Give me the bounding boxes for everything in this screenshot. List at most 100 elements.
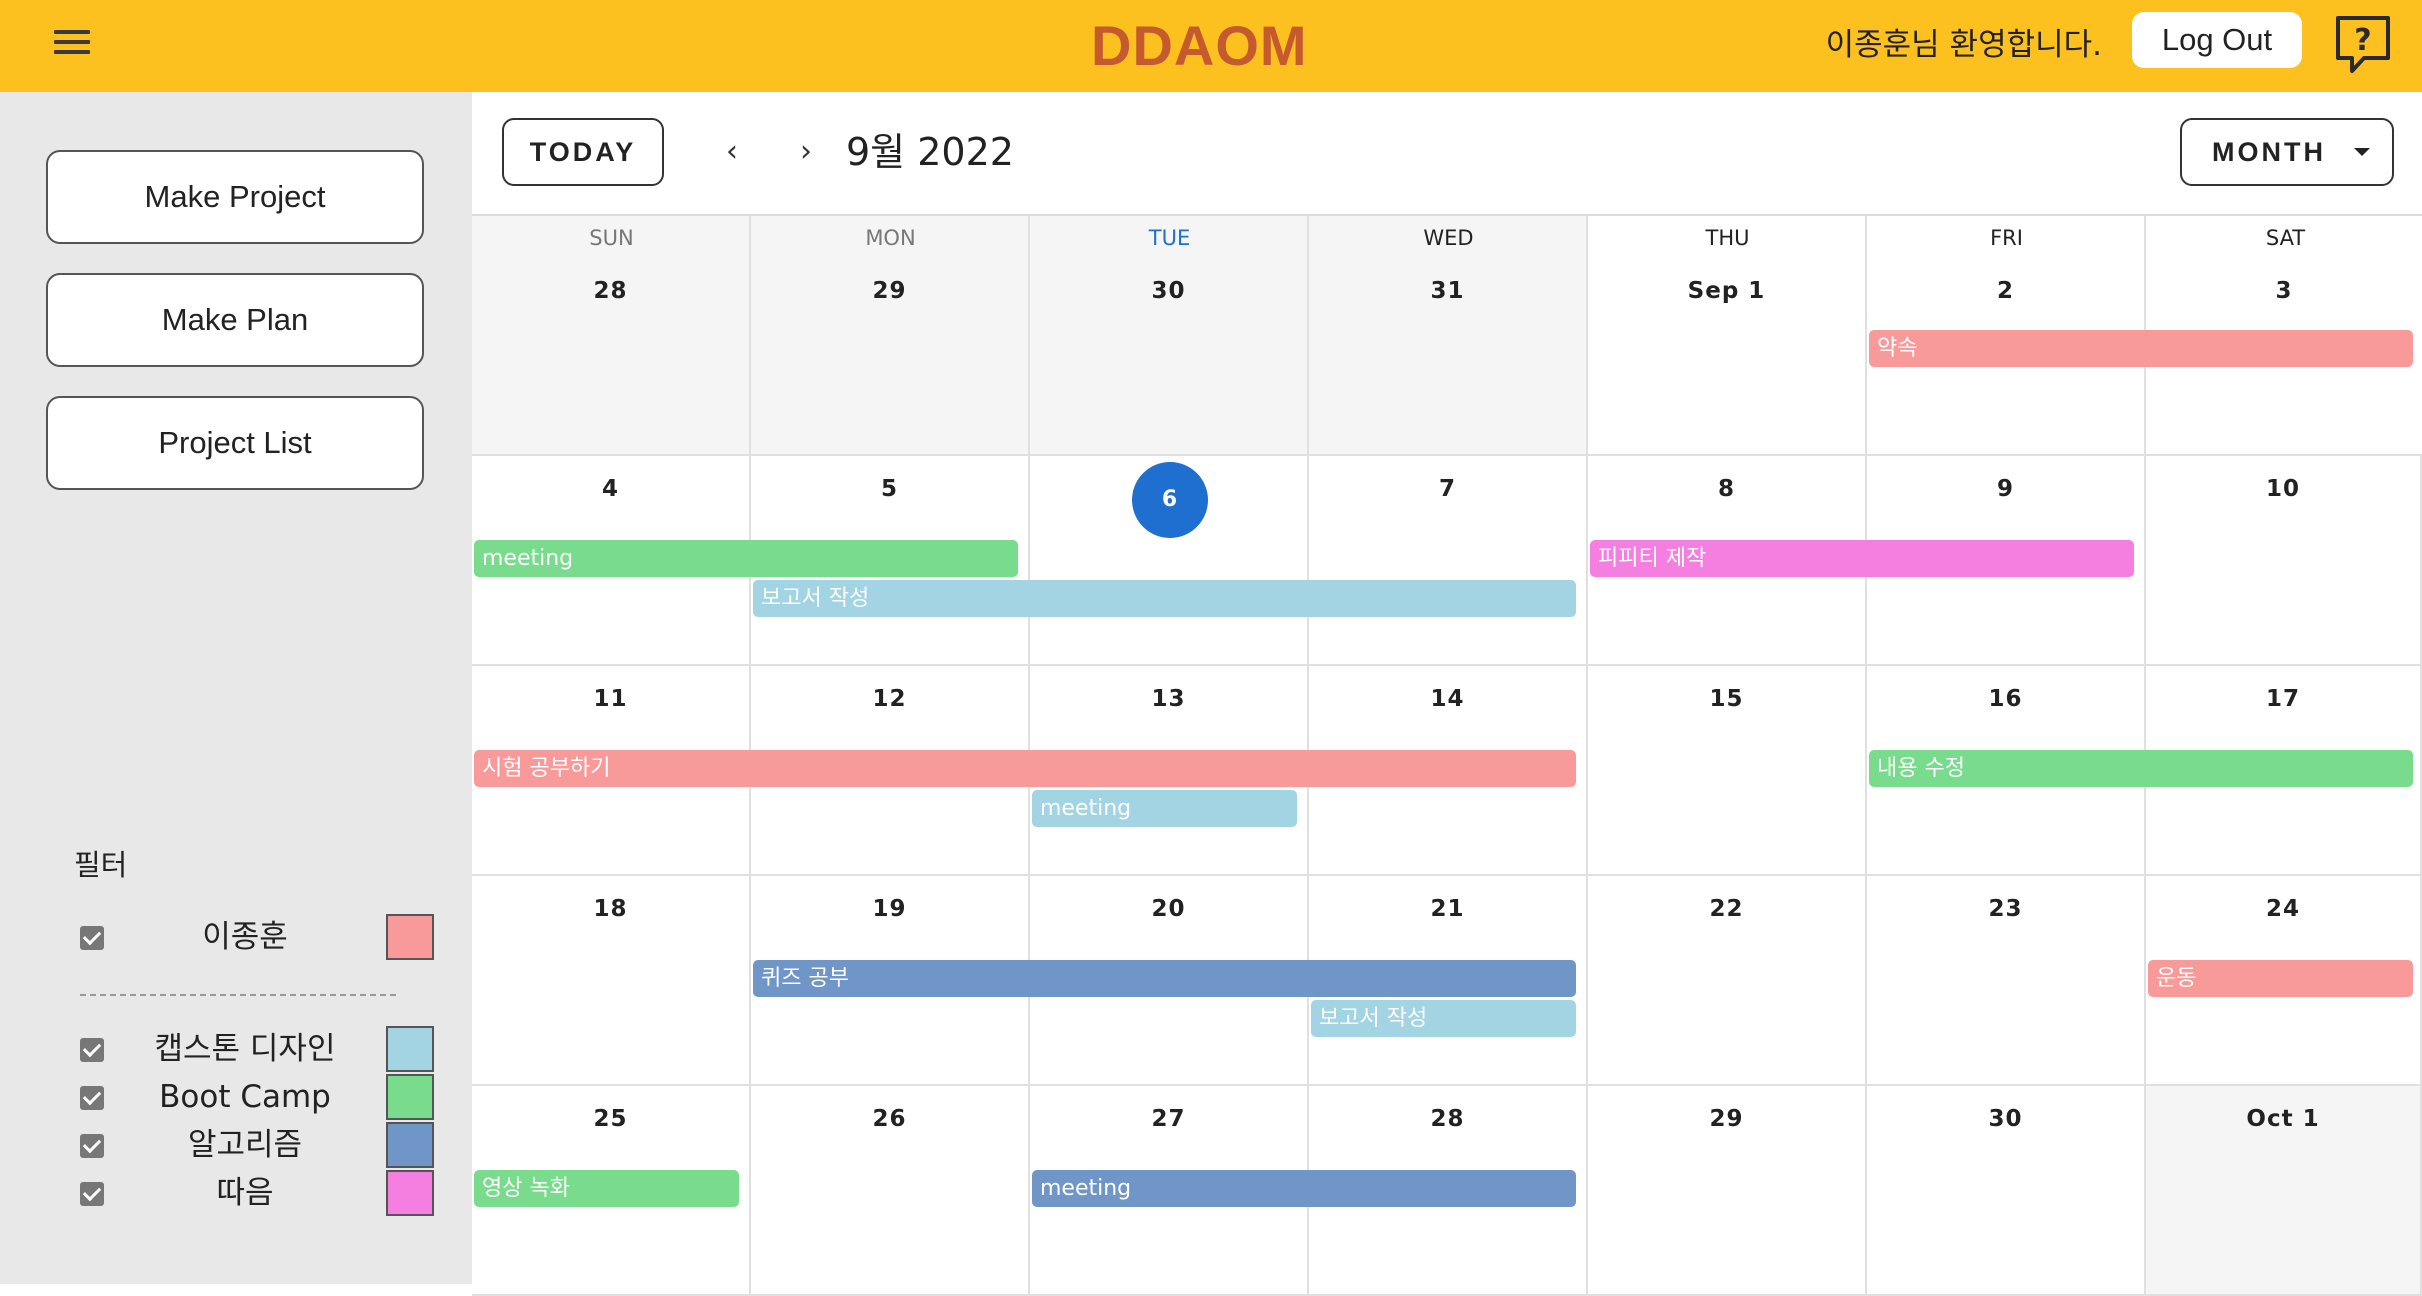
day-number[interactable]: 30 xyxy=(1030,278,1307,304)
calendar-event[interactable]: 내용 수정 xyxy=(1869,750,2413,787)
project-list-button[interactable]: Project List xyxy=(46,396,424,490)
calendar-day-cell[interactable]: 30 xyxy=(1867,1086,2146,1296)
calendar-day-cell[interactable]: 22 xyxy=(1588,876,1867,1086)
filter-label: 알고리즘 xyxy=(187,1127,303,1163)
filter-checkbox[interactable] xyxy=(80,1134,104,1158)
filter-divider xyxy=(80,994,396,996)
welcome-message: 이종훈님 환영합니다. xyxy=(1825,27,2102,63)
make-project-button[interactable]: Make Project xyxy=(46,150,424,244)
weekday-header: SAT xyxy=(2265,226,2306,250)
day-number[interactable]: 18 xyxy=(472,896,749,922)
day-number[interactable]: 16 xyxy=(1867,686,2144,712)
day-number[interactable]: 24 xyxy=(2146,896,2420,922)
calendar-event[interactable]: meeting xyxy=(1032,1170,1576,1207)
calendar-day-cell[interactable]: 29 xyxy=(1588,1086,1867,1296)
weekday-header: TUE xyxy=(1148,226,1191,250)
filter-checkbox[interactable] xyxy=(80,1182,104,1206)
day-number[interactable]: 8 xyxy=(1588,476,1865,502)
day-number[interactable]: 27 xyxy=(1030,1106,1307,1132)
day-number[interactable]: 22 xyxy=(1588,896,1865,922)
today-button[interactable]: TODAY xyxy=(502,118,664,186)
calendar-day-cell[interactable]: 7 xyxy=(1309,456,1588,666)
calendar-event[interactable]: 피피티 제작 xyxy=(1590,540,2134,577)
calendar-event[interactable]: 약속 xyxy=(1869,330,2413,367)
sidebar: Make Project Make Plan Project List 필터 이… xyxy=(0,92,472,1284)
filter-color-swatch xyxy=(386,914,434,960)
day-number[interactable]: Sep 1 xyxy=(1588,278,1865,304)
calendar-day-cell[interactable]: 23 xyxy=(1867,876,2146,1086)
filter-row: 알고리즘 xyxy=(80,1122,436,1168)
filter-checkbox[interactable] xyxy=(80,1086,104,1110)
calendar-day-cell[interactable]: Oct 1 xyxy=(2146,1086,2422,1296)
caret-down-icon xyxy=(2354,148,2370,156)
menu-icon[interactable] xyxy=(54,28,92,56)
day-number[interactable]: 5 xyxy=(751,476,1028,502)
next-month-icon[interactable]: › xyxy=(786,130,826,174)
logout-button[interactable]: Log Out xyxy=(2132,12,2302,68)
weekday-header: MON xyxy=(865,226,916,250)
day-number[interactable]: 28 xyxy=(1309,1106,1586,1132)
day-number[interactable]: 23 xyxy=(1867,896,2144,922)
filter-checkbox[interactable] xyxy=(80,1038,104,1062)
app-header: DDAOM 이종훈님 환영합니다. Log Out ? xyxy=(0,0,2422,92)
day-number[interactable]: Oct 1 xyxy=(2146,1106,2420,1132)
day-number[interactable]: 29 xyxy=(1588,1106,1865,1132)
weekday-header: SUN xyxy=(589,226,634,250)
app-logo: DDAOM xyxy=(1091,14,1308,77)
day-number[interactable]: 31 xyxy=(1309,278,1586,304)
day-number[interactable]: 10 xyxy=(2146,476,2420,502)
filter-label: 따음 xyxy=(216,1175,274,1211)
prev-month-icon[interactable]: ‹ xyxy=(712,130,752,174)
calendar-event[interactable]: 시험 공부하기 xyxy=(474,750,1576,787)
filter-color-swatch xyxy=(386,1074,434,1120)
make-plan-button[interactable]: Make Plan xyxy=(46,273,424,367)
calendar-event[interactable]: meeting xyxy=(1032,790,1297,827)
day-number[interactable]: 4 xyxy=(472,476,749,502)
view-select-label: MONTH xyxy=(2212,137,2326,167)
day-number[interactable]: 19 xyxy=(751,896,1028,922)
calendar-day-cell[interactable]: 6 xyxy=(1030,456,1309,666)
filter-row: 캡스톤 디자인 xyxy=(80,1026,436,1072)
help-icon[interactable]: ? xyxy=(2334,14,2392,76)
day-number[interactable]: 13 xyxy=(1030,686,1307,712)
calendar-day-cell[interactable]: 15 xyxy=(1588,666,1867,876)
filter-row: 이종훈 xyxy=(80,914,436,960)
today-date-marker[interactable]: 6 xyxy=(1131,462,1208,538)
month-title: 9월 2022 xyxy=(846,130,1014,174)
day-number[interactable]: 28 xyxy=(472,278,749,304)
day-number[interactable]: 30 xyxy=(1867,1106,2144,1132)
day-number[interactable]: 21 xyxy=(1309,896,1586,922)
day-number[interactable]: 7 xyxy=(1309,476,1586,502)
day-number[interactable]: 12 xyxy=(751,686,1028,712)
calendar-grid: 28 29 30 31 Sep 1 2 3 4 5 6 7 8 9 10 11 12 13 14 15 16 17 18 1… xyxy=(472,214,2422,1296)
calendar-day-cell[interactable]: 26 xyxy=(751,1086,1030,1296)
weekday-header: WED xyxy=(1423,226,1474,250)
day-number[interactable]: 2 xyxy=(1867,278,2144,304)
day-number[interactable]: 9 xyxy=(1867,476,2144,502)
calendar-event[interactable]: 보고서 작성 xyxy=(753,580,1576,617)
calendar-toolbar: TODAY ‹ › 9월 2022 MONTH xyxy=(472,92,2422,214)
day-number[interactable]: 26 xyxy=(751,1106,1028,1132)
svg-text:?: ? xyxy=(2354,23,2371,58)
day-number[interactable]: 17 xyxy=(2146,686,2420,712)
day-number[interactable]: 15 xyxy=(1588,686,1865,712)
calendar-event[interactable]: 보고서 작성 xyxy=(1311,1000,1576,1037)
day-number[interactable]: 29 xyxy=(751,278,1028,304)
weekday-header: THU xyxy=(1705,226,1750,250)
calendar-day-cell[interactable]: 10 xyxy=(2146,456,2422,666)
calendar-event[interactable]: 영상 녹화 xyxy=(474,1170,739,1207)
calendar-event[interactable]: meeting xyxy=(474,540,1018,577)
filter-label: Boot Camp xyxy=(159,1079,331,1115)
day-number[interactable]: 20 xyxy=(1030,896,1307,922)
day-number[interactable]: 14 xyxy=(1309,686,1586,712)
filter-row: Boot Camp xyxy=(80,1074,436,1120)
filter-label: 이종훈 xyxy=(202,919,288,955)
filter-checkbox[interactable] xyxy=(80,926,104,950)
view-select-button[interactable]: MONTH xyxy=(2180,118,2394,186)
calendar-event[interactable]: 퀴즈 공부 xyxy=(753,960,1576,997)
calendar-event[interactable]: 운동 xyxy=(2148,960,2413,997)
day-number[interactable]: 3 xyxy=(2146,278,2422,304)
calendar-day-cell[interactable]: 18 xyxy=(472,876,751,1086)
day-number[interactable]: 25 xyxy=(472,1106,749,1132)
day-number[interactable]: 11 xyxy=(472,686,749,712)
